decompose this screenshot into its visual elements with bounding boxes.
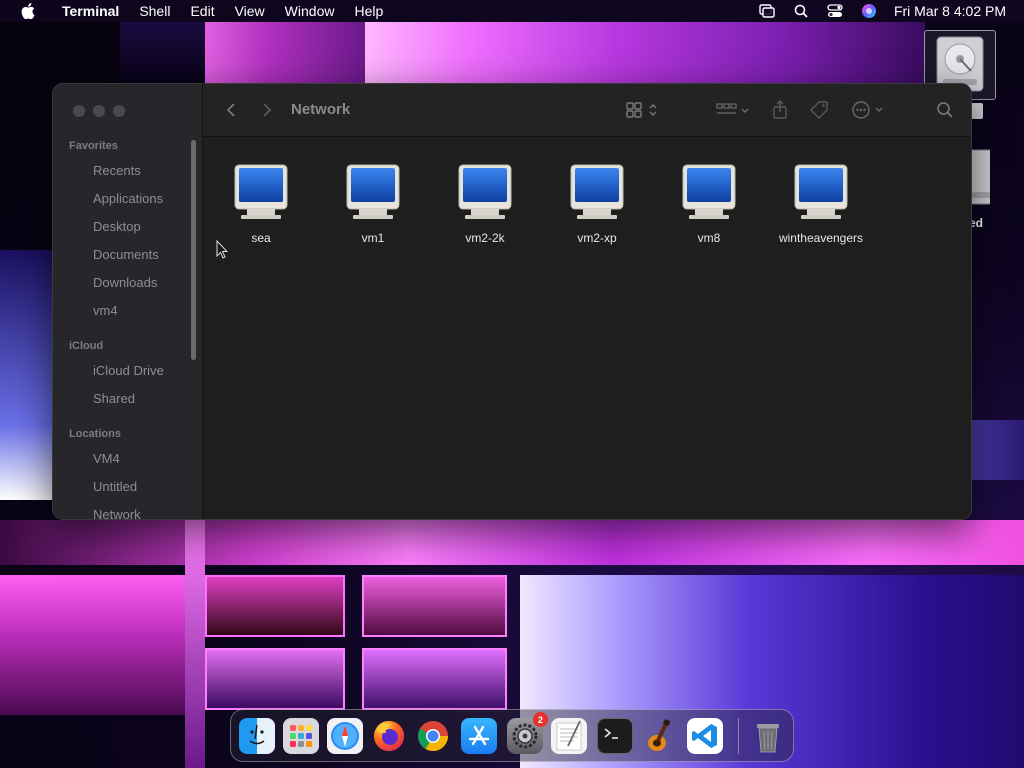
screen-mirroring-icon[interactable] bbox=[756, 0, 778, 22]
computer-monitor-icon bbox=[793, 163, 849, 221]
back-chevron-icon[interactable] bbox=[221, 98, 241, 122]
trash-icon[interactable] bbox=[750, 718, 786, 754]
chrome-icon[interactable] bbox=[415, 718, 451, 754]
menu-edit[interactable]: Edit bbox=[180, 0, 224, 22]
finder-icon[interactable] bbox=[239, 718, 275, 754]
sidebar-header-locations: Locations bbox=[69, 428, 121, 440]
finder-window: Favorites Recents Applications Desktop D… bbox=[52, 83, 972, 520]
computer-monitor-icon bbox=[345, 163, 401, 221]
settings-badge: 2 bbox=[533, 712, 548, 727]
desktop-disk-label bbox=[971, 103, 983, 119]
firefox-icon[interactable] bbox=[371, 718, 407, 754]
menu-view[interactable]: View bbox=[225, 0, 275, 22]
app-store-icon[interactable] bbox=[461, 718, 497, 754]
sidebar-item-documents[interactable]: Documents bbox=[93, 247, 159, 262]
forward-chevron-icon[interactable] bbox=[257, 98, 277, 122]
finder-toolbar: Network bbox=[203, 84, 971, 137]
tag-icon[interactable] bbox=[807, 98, 831, 122]
sidebar-item-vm4[interactable]: vm4 bbox=[93, 303, 118, 318]
network-item-label: vm8 bbox=[697, 231, 721, 245]
sidebar-item-untitled[interactable]: Untitled bbox=[93, 479, 137, 494]
sidebar-item-icloud-drive[interactable]: iCloud Drive bbox=[93, 363, 164, 378]
siri-icon[interactable] bbox=[858, 0, 880, 22]
vscode-icon[interactable] bbox=[687, 718, 723, 754]
menu-bar: Terminal Shell Edit View Window Help Fri… bbox=[0, 0, 1024, 22]
network-item-label: vm2-2k bbox=[465, 231, 505, 245]
system-settings-icon[interactable]: 2 bbox=[507, 712, 548, 754]
finder-content: sea vm1 vm2-2k vm2-xp vm8 wintheavengers bbox=[203, 137, 971, 519]
close-button[interactable] bbox=[73, 105, 85, 117]
network-item-vm2-xp[interactable]: vm2-xp bbox=[542, 163, 652, 245]
apple-menu-icon[interactable] bbox=[18, 0, 38, 22]
dock: 2 bbox=[230, 709, 794, 762]
menu-app-name[interactable]: Terminal bbox=[52, 0, 129, 22]
dock-separator bbox=[738, 718, 739, 754]
window-controls bbox=[73, 105, 125, 117]
computer-monitor-icon bbox=[569, 163, 625, 221]
computer-monitor-icon bbox=[233, 163, 289, 221]
control-center-icon[interactable] bbox=[824, 0, 846, 22]
network-item-wintheavengers[interactable]: wintheavengers bbox=[766, 163, 876, 245]
group-by-icon[interactable] bbox=[713, 98, 753, 122]
sidebar-item-desktop[interactable]: Desktop bbox=[93, 219, 141, 234]
window-title: Network bbox=[291, 101, 351, 118]
sidebar-item-applications[interactable]: Applications bbox=[93, 191, 163, 206]
search-icon[interactable] bbox=[933, 98, 957, 122]
network-item-label: vm1 bbox=[361, 231, 385, 245]
network-item-vm2-2k[interactable]: vm2-2k bbox=[430, 163, 540, 245]
share-icon[interactable] bbox=[769, 98, 791, 122]
sidebar-item-shared[interactable]: Shared bbox=[93, 391, 135, 406]
network-item-sea[interactable]: sea bbox=[206, 163, 316, 245]
menu-shell[interactable]: Shell bbox=[129, 0, 180, 22]
more-actions-icon[interactable] bbox=[849, 98, 889, 122]
garageband-icon[interactable] bbox=[641, 718, 677, 754]
network-item-vm8[interactable]: vm8 bbox=[654, 163, 764, 245]
sidebar-header-icloud: iCloud bbox=[69, 340, 104, 352]
finder-sidebar: Favorites Recents Applications Desktop D… bbox=[53, 84, 203, 519]
menu-help[interactable]: Help bbox=[344, 0, 393, 22]
launchpad-icon[interactable] bbox=[283, 718, 319, 754]
computer-monitor-icon bbox=[681, 163, 737, 221]
spotlight-search-icon[interactable] bbox=[790, 0, 812, 22]
sidebar-scrollbar[interactable] bbox=[191, 140, 196, 360]
computer-monitor-icon bbox=[457, 163, 513, 221]
sidebar-header-favorites: Favorites bbox=[69, 140, 118, 152]
terminal-icon[interactable] bbox=[597, 718, 633, 754]
menu-window[interactable]: Window bbox=[275, 0, 345, 22]
menu-clock[interactable]: Fri Mar 8 4:02 PM bbox=[894, 3, 1006, 19]
minimize-button[interactable] bbox=[93, 105, 105, 117]
sidebar-item-vm4-volume[interactable]: VM4 bbox=[93, 451, 120, 466]
mouse-cursor-icon bbox=[216, 239, 229, 260]
sidebar-item-network[interactable]: Network bbox=[93, 507, 141, 519]
zoom-button[interactable] bbox=[113, 105, 125, 117]
network-item-label: vm2-xp bbox=[577, 231, 617, 245]
view-grid-icon[interactable] bbox=[623, 98, 663, 122]
safari-icon[interactable] bbox=[327, 718, 363, 754]
network-item-vm1[interactable]: vm1 bbox=[318, 163, 428, 245]
sidebar-item-downloads[interactable]: Downloads bbox=[93, 275, 157, 290]
network-item-label: wintheavengers bbox=[778, 231, 864, 245]
sidebar-item-recents[interactable]: Recents bbox=[93, 163, 141, 178]
textedit-icon[interactable] bbox=[551, 718, 587, 754]
